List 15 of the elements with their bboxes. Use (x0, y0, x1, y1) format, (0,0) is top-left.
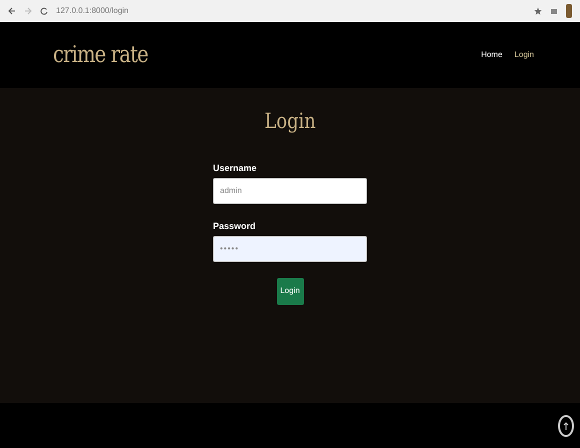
field-label: Password (213, 220, 257, 232)
reload-icon[interactable] (40, 7, 48, 15)
field-label: Username (213, 162, 258, 174)
scroll-top-button[interactable] (558, 414, 574, 436)
star-icon[interactable] (534, 7, 542, 15)
page-title: Login (264, 108, 316, 135)
nav-link[interactable]: Login (508, 49, 540, 61)
nav-link[interactable]: Home (475, 49, 508, 61)
password-field[interactable]: ••••• (213, 236, 367, 262)
login-button[interactable]: Login (276, 278, 304, 304)
brand-logo[interactable]: crime rate (53, 38, 148, 72)
up-arrow-icon (563, 420, 569, 430)
username-field[interactable]: admin (213, 178, 367, 204)
back-icon[interactable] (8, 7, 16, 15)
address-bar[interactable]: 127.0.0.1:8000/login (56, 5, 129, 17)
